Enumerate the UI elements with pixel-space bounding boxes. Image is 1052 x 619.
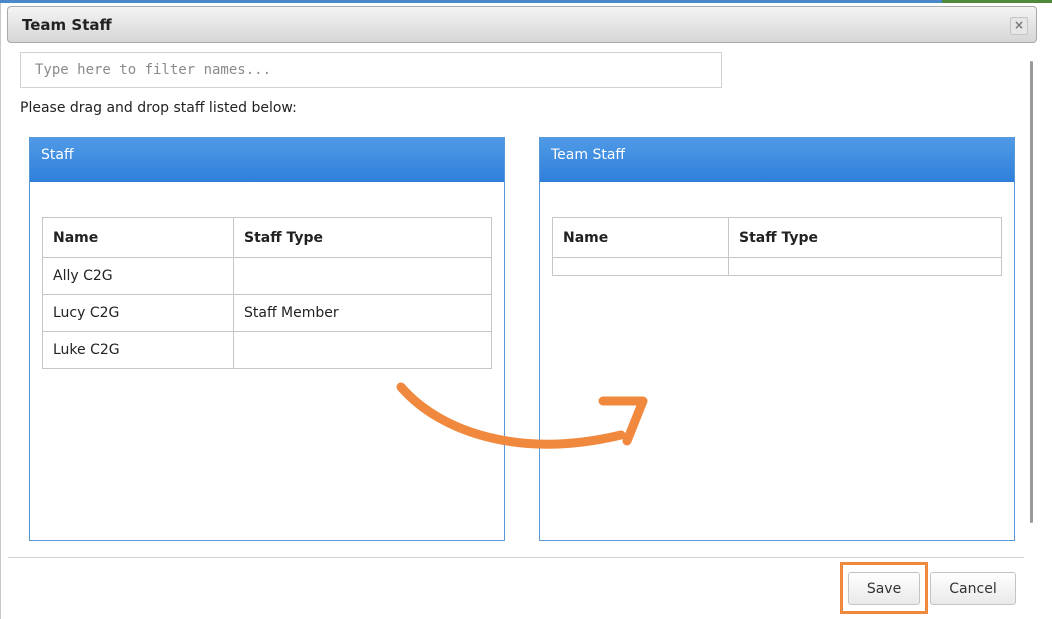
dialog-scrollbar[interactable] bbox=[1030, 61, 1033, 523]
drag-drop-instruction: Please drag and drop staff listed below: bbox=[20, 100, 297, 116]
dialog-titlebar[interactable]: Team Staff × bbox=[7, 6, 1037, 43]
staff-name-cell: Ally C2G bbox=[42, 257, 234, 295]
team-staff-table[interactable]: Name Staff Type bbox=[552, 217, 1002, 276]
staff-table-header-row: Name Staff Type bbox=[42, 217, 492, 258]
staff-table: Name Staff Type Ally C2G Lucy C2G Staff … bbox=[42, 217, 492, 369]
staff-type-cell bbox=[233, 257, 492, 295]
empty-cell bbox=[728, 257, 1002, 276]
save-button[interactable]: Save bbox=[848, 572, 920, 605]
drag-arrow-annotation bbox=[396, 382, 648, 449]
filter-names-input[interactable] bbox=[20, 52, 722, 88]
team-staff-panel[interactable]: Team Staff Name Staff Type bbox=[539, 137, 1015, 541]
column-header-name[interactable]: Name bbox=[42, 217, 234, 258]
staff-panel-header: Staff bbox=[30, 138, 504, 182]
column-header-staff-type[interactable]: Staff Type bbox=[233, 217, 492, 258]
table-row[interactable]: Lucy C2G Staff Member bbox=[42, 294, 492, 332]
empty-drop-row[interactable] bbox=[552, 257, 1002, 276]
footer-divider bbox=[8, 557, 1024, 558]
staff-name-cell: Luke C2G bbox=[42, 331, 234, 369]
team-staff-table-header-row: Name Staff Type bbox=[552, 217, 1002, 258]
staff-name-cell: Lucy C2G bbox=[42, 294, 234, 332]
table-row[interactable]: Luke C2G bbox=[42, 331, 492, 369]
column-header-staff-type[interactable]: Staff Type bbox=[728, 217, 1002, 258]
empty-cell bbox=[552, 257, 729, 276]
staff-type-cell bbox=[233, 331, 492, 369]
table-row[interactable]: Ally C2G bbox=[42, 257, 492, 295]
column-header-name[interactable]: Name bbox=[552, 217, 729, 258]
staff-type-cell: Staff Member bbox=[233, 294, 492, 332]
team-staff-dialog: Team Staff × Please drag and drop staff … bbox=[0, 3, 1052, 619]
staff-panel: Staff Name Staff Type Ally C2G Lucy C2G … bbox=[29, 137, 505, 541]
dialog-title: Team Staff bbox=[22, 16, 112, 34]
cancel-button[interactable]: Cancel bbox=[930, 572, 1016, 605]
team-staff-panel-header: Team Staff bbox=[540, 138, 1014, 182]
close-icon[interactable]: × bbox=[1010, 17, 1028, 35]
